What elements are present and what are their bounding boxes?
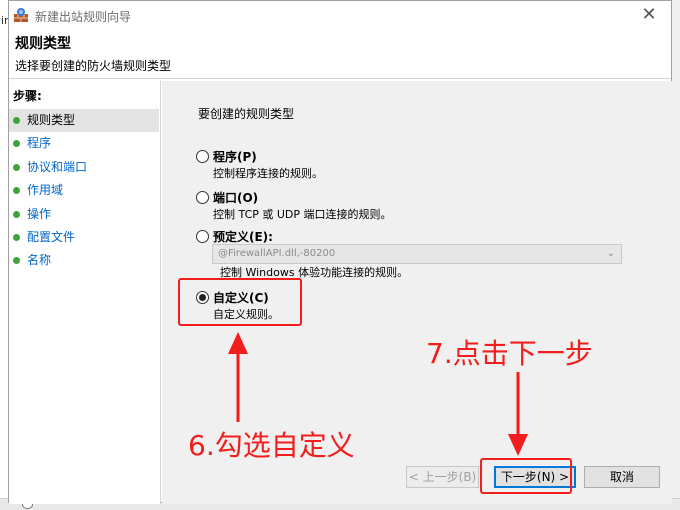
green-dot-icon — [13, 117, 20, 124]
green-dot-icon — [13, 187, 20, 195]
green-dot-icon — [13, 140, 20, 148]
green-dot-icon — [13, 233, 20, 241]
green-dot-icon — [13, 163, 20, 171]
predefined-select-value: @FirewallAPI.dll,-80200 — [218, 248, 336, 259]
cancel-button[interactable]: 取消 — [584, 466, 660, 488]
arrow-up-icon — [228, 332, 248, 422]
back-button[interactable]: < 上一步(B) — [406, 466, 479, 488]
window-title: 新建出站规则向导 — [35, 10, 132, 24]
radio-custom[interactable] — [196, 291, 209, 304]
step-item-scope[interactable]: 作用域 — [9, 179, 161, 202]
close-icon[interactable]: ✕ — [641, 4, 656, 25]
page-title: 规则类型 — [15, 36, 71, 52]
radio-port[interactable] — [196, 191, 209, 204]
rule-type-question: 要创建的规则类型 — [198, 107, 295, 121]
step-item-action[interactable]: 操作 — [9, 203, 161, 226]
option-port-description: 控制 TCP 或 UDP 端口连接的规则。 — [213, 208, 392, 221]
step-label: 配置文件 — [27, 229, 76, 244]
close-button[interactable]: ✕ — [627, 1, 671, 29]
step-item-name[interactable]: 名称 — [9, 249, 161, 272]
step-label: 协议和端口 — [27, 159, 88, 174]
option-predefined-description: 控制 Windows 体验功能连接的规则。 — [220, 266, 409, 279]
option-predefined-label[interactable]: 预定义(E): — [213, 228, 273, 245]
steps-list: 规则类型 程序 协议和端口 作用域 操作 配置文件 名称 — [9, 109, 161, 273]
radio-predefined[interactable] — [196, 230, 209, 243]
step-label: 规则类型 — [27, 113, 76, 127]
title-bar: 新建出站规则向导 ✕ — [9, 1, 671, 29]
page-subtitle: 选择要创建的防火墙规则类型 — [15, 59, 172, 73]
option-custom-label[interactable]: 自定义(C) — [213, 289, 269, 306]
green-dot-icon — [13, 257, 20, 265]
page-header: 规则类型 选择要创建的防火墙规则类型 — [9, 29, 671, 79]
option-port-label[interactable]: 端口(O) — [213, 189, 258, 206]
option-program-label[interactable]: 程序(P) — [213, 148, 257, 165]
step-item-protocol-port[interactable]: 协议和端口 — [9, 156, 161, 179]
radio-program[interactable] — [196, 150, 209, 163]
option-custom-description: 自定义规则。 — [213, 308, 279, 321]
next-button[interactable]: 下一步(N) > — [494, 466, 576, 488]
step-label: 名称 — [27, 253, 52, 268]
green-dot-icon — [13, 210, 20, 218]
step-label: 作用域 — [27, 183, 64, 198]
predefined-select: @FirewallAPI.dll,-80200 ⌄ — [212, 244, 622, 264]
steps-label: 步骤: — [13, 89, 42, 103]
step-item-program[interactable]: 程序 — [9, 132, 161, 155]
option-program-description: 控制程序连接的规则。 — [213, 167, 323, 180]
step-label: 程序 — [27, 136, 52, 151]
annotation-step6: 6.勾选自定义 — [188, 429, 355, 462]
step-item-profile[interactable]: 配置文件 — [9, 226, 161, 249]
step-item-rule-type[interactable]: 规则类型 — [9, 109, 159, 133]
step-label: 操作 — [27, 206, 52, 221]
annotation-step7: 7.点击下一步 — [426, 337, 593, 370]
arrow-down-icon — [508, 372, 528, 456]
steps-sidebar: 步骤: 规则类型 程序 协议和端口 作用域 操作 配置文件 名称 — [9, 81, 161, 504]
chevron-down-icon: ⌄ — [606, 248, 615, 259]
firewall-wall-icon — [14, 8, 28, 22]
